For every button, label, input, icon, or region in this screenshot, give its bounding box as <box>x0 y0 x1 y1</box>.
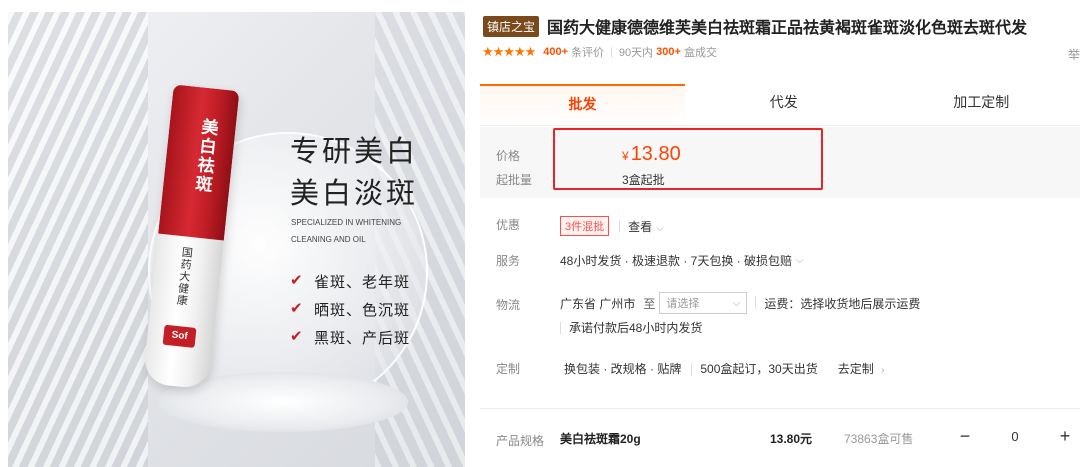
spec-row: 产品规格 美白祛斑霜20g 13.80元 73863盒可售 − 0 + <box>480 418 1080 458</box>
tab-custom-processing[interactable]: 加工定制 <box>883 84 1080 125</box>
spec-price: 13.80元 <box>770 432 813 446</box>
min-order-value: 3盒起批 <box>622 173 665 187</box>
customization-options: 换包装 · 改规格 · 贴牌 <box>564 362 682 376</box>
review-count[interactable]: 400+ <box>543 46 568 58</box>
tube-logo: Sof <box>162 324 197 348</box>
discount-label: 优惠 <box>496 218 521 232</box>
logistics-promise: 承诺付款后48小时内发货 <box>560 319 702 336</box>
shipping-fee-text: 运费：选择收货地后展示运费 <box>764 296 921 311</box>
report-link[interactable]: 举 <box>1068 46 1080 63</box>
service-text: 48小时发货 · 极速退款 · 7天包换 · 破损包赔 <box>560 254 793 268</box>
store-treasure-badge: 镇店之宝 <box>483 15 540 37</box>
hero-english-line2: CLEANING AND OIL <box>291 235 366 244</box>
hero-benefit-text: 晒斑、色沉斑 <box>314 301 411 319</box>
tube-brand-text: 国药大健康 <box>174 246 193 307</box>
quantity-stepper: − 0 + <box>950 422 1080 450</box>
service-label: 服务 <box>496 254 521 268</box>
product-detail-page: 美白祛斑 国药大健康 Sof 专研美白 美白淡斑 SPECIALIZED IN … <box>0 0 1080 467</box>
logistics-value: 广东省 广州市 至 请选择 ⌵ 运费：选择收货地后展示运费 <box>560 292 920 314</box>
discount-view-label: 查看 <box>628 219 653 234</box>
divider: | <box>610 46 613 58</box>
divider <box>619 220 621 232</box>
currency-symbol: ¥ <box>622 149 629 163</box>
product-main-image[interactable]: 美白祛斑 国药大健康 Sof 专研美白 美白淡斑 SPECIALIZED IN … <box>8 12 465 467</box>
divider <box>755 297 757 309</box>
customization-value: 换包装 · 改规格 · 贴牌 500盒起订，30天出货 去定制 › <box>564 360 884 377</box>
price-amount: 13.80 <box>630 143 681 165</box>
price-highlight-box <box>553 128 823 190</box>
min-order-label: 起批量 <box>496 173 533 187</box>
spec-label: 产品规格 <box>496 434 545 448</box>
spec-name: 美白祛斑霜20g <box>560 432 641 446</box>
purchase-mode-tabs: 批发 代发 加工定制 <box>480 84 1080 126</box>
spec-stock: 73863盒可售 <box>844 432 914 446</box>
divider <box>691 362 693 375</box>
decor-stripes-left <box>8 12 148 467</box>
review-label[interactable]: 条评价 <box>571 44 604 60</box>
chevron-down-icon: ⌵ <box>656 222 664 234</box>
discount-view-link[interactable]: 查看 ⌵ <box>628 218 664 235</box>
hero-headline-line1: 专研美白 <box>290 134 419 168</box>
hero-headline: 专研美白 美白淡斑 <box>290 130 418 214</box>
hero-headline-line2: 美白淡斑 <box>290 176 419 210</box>
hero-benefit-item: ✔ 黑斑、产后斑 <box>290 323 410 351</box>
hero-benefit-item: ✔ 晒斑、色沉斑 <box>290 295 410 323</box>
price-label: 价格 <box>496 149 521 163</box>
check-icon: ✔ <box>290 300 304 317</box>
hero-benefit-text: 黑斑、产后斑 <box>314 329 411 347</box>
customize-link-label: 去定制 <box>837 362 874 376</box>
logistics-origin: 广东省 广州市 <box>560 296 636 311</box>
divider <box>560 321 561 334</box>
customization-label: 定制 <box>496 362 521 376</box>
check-icon: ✔ <box>290 328 304 345</box>
product-info-panel: 镇店之宝 国药大健康德德维芙美白祛斑霜正品祛黄褐斑雀斑淡化色斑去斑代发 ★★★★… <box>480 0 1080 467</box>
star-rating-icon: ★★★★★ <box>482 44 536 59</box>
product-title: 国药大健康德德维芙美白祛斑霜正品祛黄褐斑雀斑淡化色斑去斑代发 <box>547 18 1028 37</box>
customize-link[interactable]: 去定制 › <box>838 360 885 377</box>
destination-select[interactable]: 请选择 ⌵ <box>659 292 748 314</box>
check-icon: ✔ <box>290 272 304 289</box>
sold-prefix: 90天内 <box>618 47 654 59</box>
discount-value: 3件混批 查看 ⌵ <box>560 216 664 236</box>
sold-count: 300+ <box>656 46 681 58</box>
hero-benefit-item: ✔ 雀斑、老年斑 <box>290 267 410 295</box>
product-title-row: 镇店之宝 国药大健康德德维芙美白祛斑霜正品祛黄褐斑雀斑淡化色斑去斑代发 <box>483 14 1027 38</box>
logistics-to: 至 <box>643 296 656 311</box>
tab-dropship[interactable]: 代发 <box>685 84 883 125</box>
service-value[interactable]: 48小时发货 · 极速退款 · 7天包换 · 破损包赔 ⌵ <box>560 252 804 269</box>
rating-row: ★★★★★ 400+ 条评价 | 90天内 300+ 盒成交 <box>482 44 717 60</box>
chevron-right-icon: › <box>881 365 885 376</box>
chevron-down-icon: ⌵ <box>732 297 741 309</box>
hero-english-line1: SPECIALIZED IN WHITENING <box>291 218 402 227</box>
increase-button[interactable]: + <box>1050 426 1080 447</box>
section-divider <box>480 408 1080 409</box>
discount-tag: 3件混批 <box>560 216 610 236</box>
price-value: ¥13.80 <box>622 143 681 166</box>
quantity-input[interactable]: 0 <box>980 429 1050 444</box>
tab-wholesale[interactable]: 批发 <box>480 84 685 125</box>
hero-english-caption: SPECIALIZED IN WHITENING CLEANING AND OI… <box>291 214 451 248</box>
sold-suffix: 盒成交 <box>683 47 717 59</box>
hero-benefit-list: ✔ 雀斑、老年斑 ✔ 晒斑、色沉斑 ✔ 黑斑、产后斑 <box>290 267 410 351</box>
destination-select-placeholder: 请选择 <box>666 298 700 310</box>
customization-moq: 500盒起订，30天出货 <box>700 362 818 376</box>
decrease-button[interactable]: − <box>950 426 980 447</box>
hero-benefit-text: 雀斑、老年斑 <box>314 273 411 291</box>
price-box: 价格 起批量 ¥13.80 3盒起批 <box>480 127 1080 198</box>
shipping-promise-text: 承诺付款后48小时内发货 <box>569 321 703 335</box>
logistics-label: 物流 <box>496 298 521 312</box>
chevron-down-icon: ⌵ <box>796 255 804 266</box>
